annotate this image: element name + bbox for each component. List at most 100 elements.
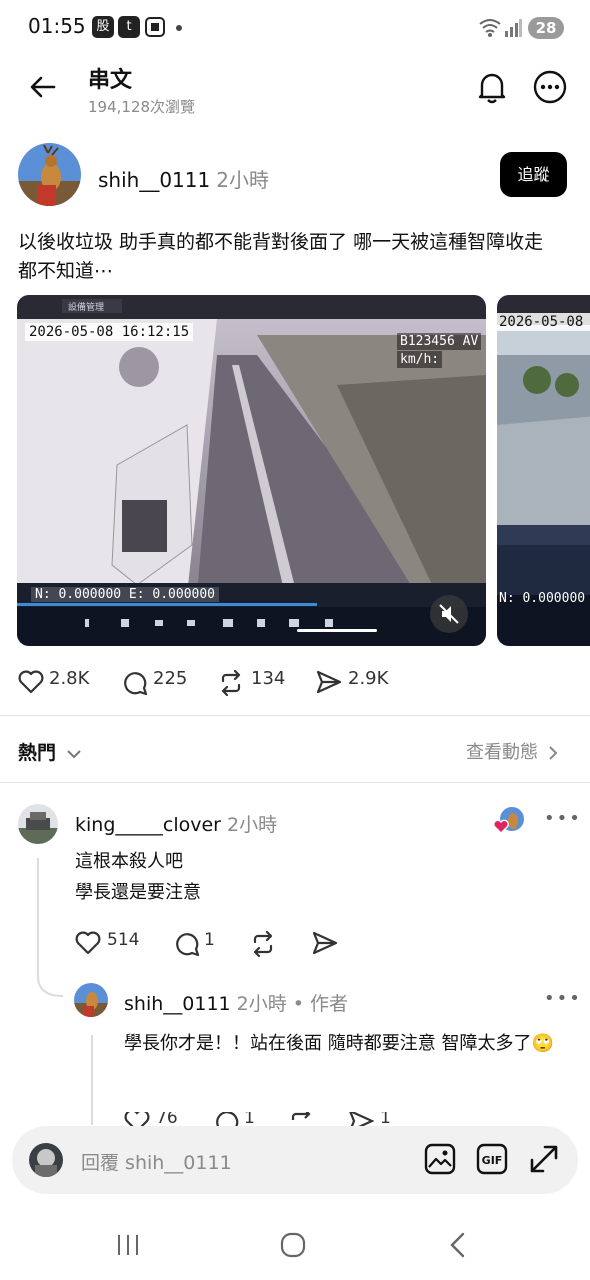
video-timestamp: 2026-05-08 16:12:15 xyxy=(25,323,194,341)
reply-actions-row: 76 1 1 xyxy=(124,1112,424,1126)
reply-more-button[interactable]: ••• xyxy=(544,988,582,1009)
comment-count: 225 xyxy=(153,668,188,689)
nav-back-button[interactable] xyxy=(448,1232,468,1258)
notification-dot xyxy=(176,25,182,31)
comment-text-line: 這根本殺人吧 xyxy=(75,851,183,872)
more-options-button[interactable] xyxy=(533,70,567,104)
screenshot-icon xyxy=(144,16,166,38)
reply-author-avatar[interactable] xyxy=(74,983,108,1017)
post-username[interactable]: shih__0111 xyxy=(98,168,210,192)
home-icon xyxy=(280,1232,306,1258)
wifi-icon xyxy=(478,16,502,38)
recent-apps-button[interactable] xyxy=(115,1234,141,1256)
status-time: 01:55 xyxy=(28,14,86,38)
post-video[interactable]: 2026-05-08 16:12:15 B123456 AV km/h: 設備管… xyxy=(17,295,486,646)
comment-bubble-icon xyxy=(176,933,200,957)
post-author[interactable]: shih__0111 2小時 xyxy=(98,164,269,193)
chevron-left-icon xyxy=(450,1232,465,1258)
send-icon xyxy=(349,1112,374,1126)
svg-text:GIF: GIF xyxy=(482,1154,503,1167)
bell-icon xyxy=(478,73,506,104)
video-coords: N: 0.000000 E: 0.000000 xyxy=(31,587,220,602)
repost-icon xyxy=(291,1112,311,1120)
reply-username[interactable]: shih__0111 xyxy=(124,993,231,1015)
view-count: 194,128次瀏覽 xyxy=(88,98,196,116)
view-activity-link[interactable]: 查看動態 xyxy=(466,738,558,764)
divider xyxy=(0,715,590,716)
author-avatar[interactable] xyxy=(18,143,81,206)
recent-apps-icon xyxy=(118,1235,138,1255)
reply-share-count: 1 xyxy=(380,1112,391,1126)
threads-app-icon: t xyxy=(118,16,140,38)
commenter-avatar[interactable] xyxy=(18,804,58,844)
back-button[interactable] xyxy=(28,72,58,102)
heart-icon xyxy=(75,931,101,955)
liked-heart-icon xyxy=(493,819,509,834)
comment-more-button[interactable]: ••• xyxy=(544,808,582,829)
more-circle-icon xyxy=(533,70,567,104)
comment-author[interactable]: king_____clover 2小時 xyxy=(75,810,277,837)
video-2-timestamp: 2026-05-08 16 xyxy=(497,313,590,331)
battery-indicator: 28 xyxy=(528,17,564,39)
mute-button[interactable] xyxy=(430,595,468,633)
page-title: 串文 xyxy=(88,68,133,93)
notification-button[interactable] xyxy=(476,70,508,104)
comment-bubble-icon xyxy=(216,1112,239,1126)
view-activity-label: 查看動態 xyxy=(466,742,538,763)
system-nav-bar xyxy=(0,1210,590,1280)
add-photo-button[interactable] xyxy=(424,1143,456,1175)
divider xyxy=(0,782,590,783)
video-topbar-label: 設備管理 xyxy=(68,303,105,313)
sort-dropdown[interactable]: 熱門 xyxy=(18,738,81,765)
heart-icon xyxy=(18,670,44,694)
post-video-2[interactable]: 2026-05-08 16 N: 0.000000 xyxy=(497,295,590,646)
expand-icon xyxy=(530,1145,558,1173)
status-bar: 01:55 股 t 28 xyxy=(0,0,590,56)
home-button[interactable] xyxy=(280,1232,306,1258)
comment-time: 2小時 xyxy=(226,814,278,836)
reply-text: 學長你才是！！站在後面 隨時都要注意 智障太多了🙄 xyxy=(124,1033,554,1054)
comment-text-line: 學長還是要注意 xyxy=(75,882,201,903)
thread-line xyxy=(37,858,39,978)
reply-author[interactable]: shih__0111 2小時 • 作者 xyxy=(124,989,348,1016)
reply-input[interactable]: 回覆 shih__0111 xyxy=(81,1148,232,1175)
thread-line xyxy=(91,1035,93,1125)
share-count: 2.9K xyxy=(348,668,389,689)
post-time: 2小時 xyxy=(216,168,269,192)
back-arrow-icon xyxy=(30,76,56,98)
thread-connector xyxy=(37,976,64,997)
stock-app-icon: 股 xyxy=(92,16,114,38)
chevron-down-icon xyxy=(66,749,81,758)
comment-username[interactable]: king_____clover xyxy=(75,814,221,836)
video-plate: B123456 AV xyxy=(397,333,482,350)
repost-icon xyxy=(253,931,273,957)
comment-reply-count: 1 xyxy=(204,930,215,950)
send-icon xyxy=(316,670,342,694)
gif-button[interactable]: GIF xyxy=(476,1143,508,1175)
post-text: 以後收垃圾 助手真的都不能背對後面了 哪一天被這種智障收走都不知道⋯ xyxy=(18,231,544,282)
chevron-right-icon xyxy=(549,746,558,760)
reply-repost-button[interactable] xyxy=(288,1112,314,1126)
comment-share-button[interactable] xyxy=(312,931,338,955)
reply-like-count: 76 xyxy=(156,1112,178,1126)
repost-icon xyxy=(221,670,241,696)
image-icon xyxy=(424,1143,456,1175)
follow-button[interactable]: 追蹤 xyxy=(500,152,567,197)
repost-count: 134 xyxy=(251,668,286,689)
gif-icon: GIF xyxy=(476,1143,508,1175)
signal-icon xyxy=(504,17,522,37)
my-avatar xyxy=(29,1143,63,1177)
comment-like-count: 514 xyxy=(107,930,140,950)
reply-time: 2小時 • 作者 xyxy=(236,993,348,1015)
send-icon xyxy=(312,931,338,955)
comment-repost-button[interactable] xyxy=(250,931,276,957)
comment-bubble-icon xyxy=(124,672,148,696)
like-count: 2.8K xyxy=(49,668,90,689)
reply-comment-count: 1 xyxy=(244,1112,255,1126)
muted-speaker-icon xyxy=(439,604,459,624)
video-2-coords: N: 0.000000 xyxy=(499,591,586,606)
sort-label: 熱門 xyxy=(18,742,57,764)
expand-composer-button[interactable] xyxy=(528,1143,560,1175)
video-speed: km/h: xyxy=(397,351,443,368)
heart-icon xyxy=(124,1112,150,1126)
